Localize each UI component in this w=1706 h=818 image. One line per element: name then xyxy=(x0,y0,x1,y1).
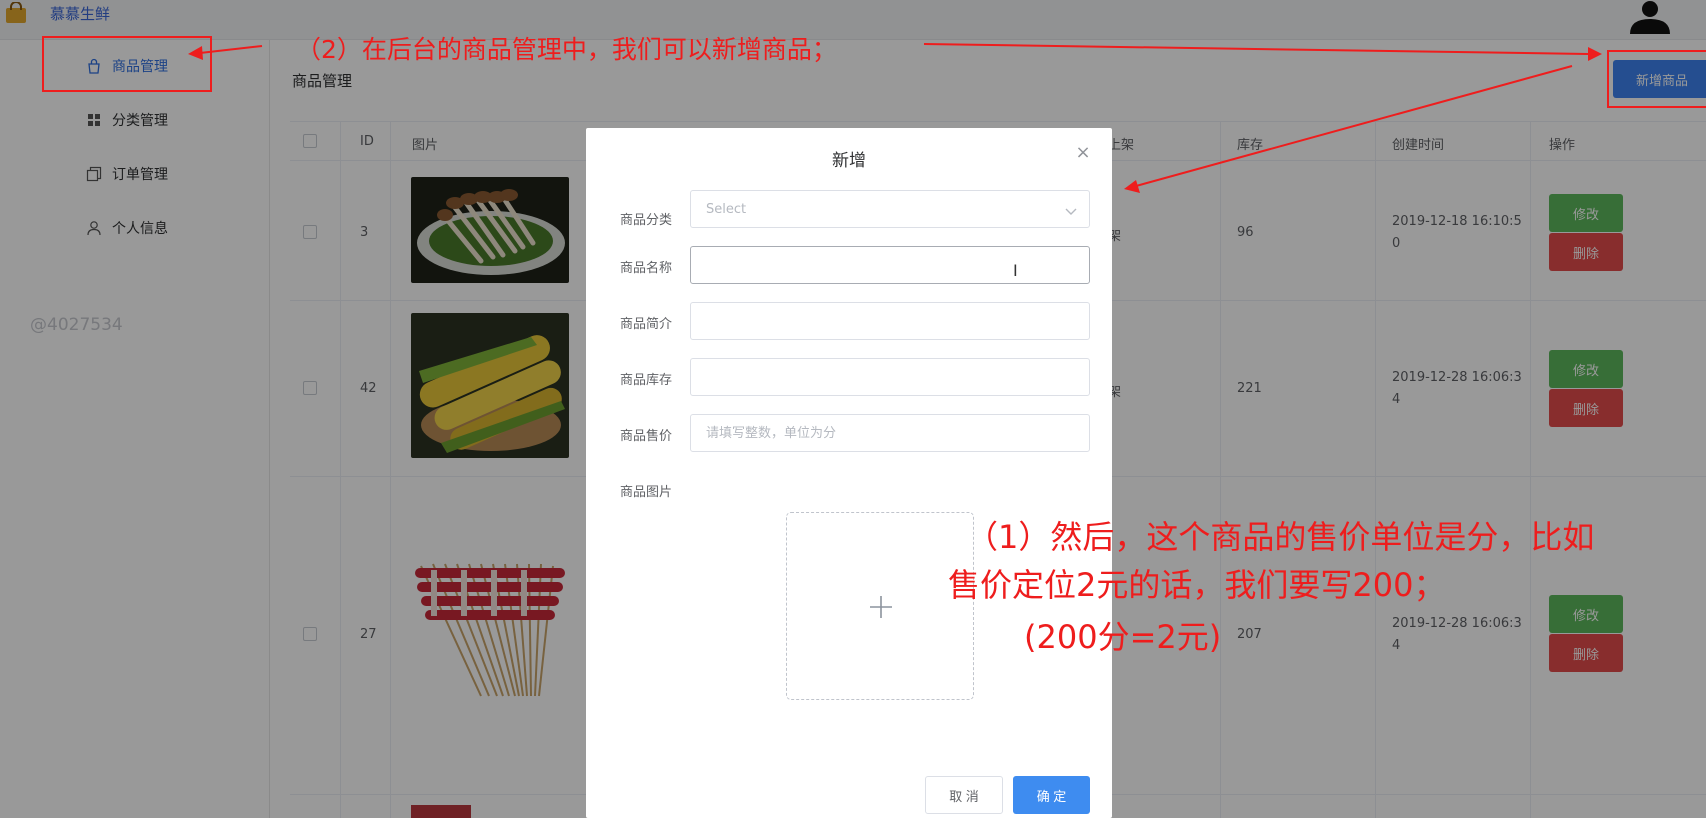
annotation-text-line1: （1）然后，这个商品的售价单位是分，比如 xyxy=(966,518,1595,556)
plus-icon xyxy=(870,596,892,618)
product-price-input[interactable] xyxy=(690,414,1090,452)
chevron-down-icon[interactable] xyxy=(1065,206,1077,216)
field-label-price: 商品售价 xyxy=(620,429,673,444)
text-cursor-icon: I xyxy=(1013,261,1018,280)
annotation-text-line3: (200分=2元) xyxy=(1024,618,1222,656)
product-description-input[interactable] xyxy=(690,302,1090,340)
cancel-button[interactable]: 取 消 xyxy=(925,776,1003,814)
close-icon[interactable]: × xyxy=(1073,143,1093,163)
annotation-highlight-box-add-button xyxy=(1607,50,1706,108)
annotation-text-line2: 售价定位2元的话，我们要写200； xyxy=(948,566,1446,604)
annotation-highlight-box-sidebar xyxy=(42,36,212,92)
product-name-input[interactable] xyxy=(690,246,1090,284)
field-label-description: 商品简介 xyxy=(620,317,673,332)
confirm-button[interactable]: 确 定 xyxy=(1013,776,1090,814)
dialog-title: 新增 xyxy=(832,151,866,171)
category-select[interactable] xyxy=(690,190,1090,228)
add-product-dialog: 新增 × 商品分类 商品名称 I 商品简介 商品库存 商品售价 商品图片 取 消… xyxy=(586,128,1112,818)
product-stock-input[interactable] xyxy=(690,358,1090,396)
field-label-stock: 商品库存 xyxy=(620,373,673,388)
field-label-image: 商品图片 xyxy=(620,485,673,500)
annotation-text-top: （2）在后台的商品管理中，我们可以新增商品； xyxy=(296,35,837,64)
image-upload-box[interactable] xyxy=(786,512,974,700)
field-label-name: 商品名称 xyxy=(620,261,673,276)
field-label-category: 商品分类 xyxy=(620,213,673,228)
